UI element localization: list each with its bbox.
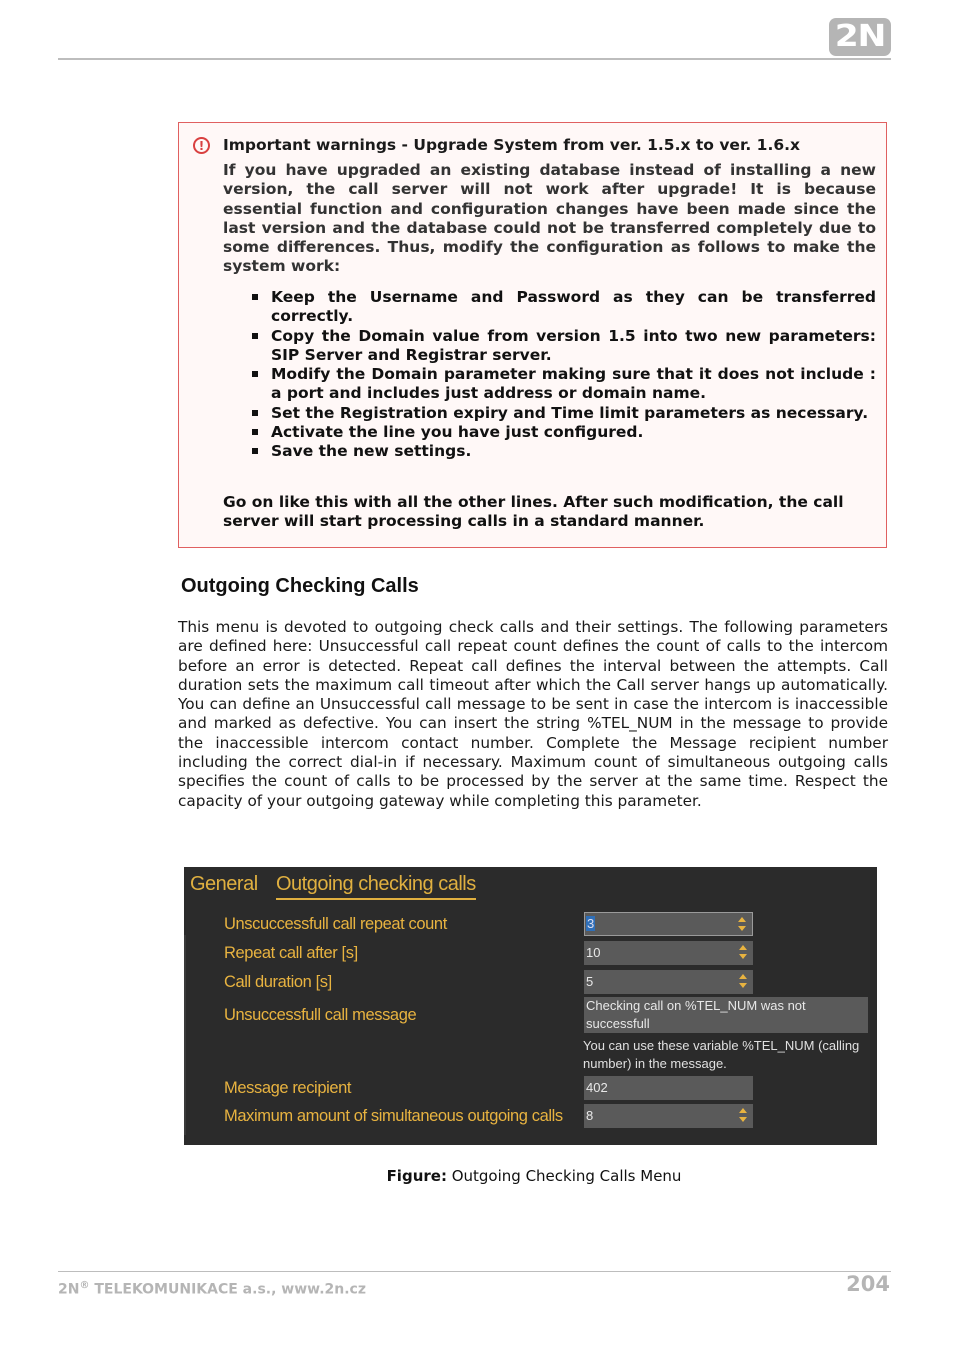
warning-title: Important warnings - Upgrade System from… — [223, 136, 801, 154]
footer-company: 2N® TELEKOMUNIKACE a.s., www.2n.cz — [58, 1280, 366, 1298]
call-duration-stepper[interactable]: 5 — [584, 970, 753, 994]
section-body: This menu is devoted to outgoing check c… — [178, 618, 888, 810]
2n-logo: 2N — [829, 18, 891, 56]
warning-footer: Go on like this with all the other lines… — [223, 493, 844, 531]
logo-text: 2N — [834, 19, 887, 54]
bullet-icon — [252, 332, 258, 339]
repeat-count-value: 3 — [586, 916, 596, 931]
caption-prefix: Figure: — [386, 1167, 447, 1185]
page-number: 204 — [846, 1272, 890, 1296]
message-recipient-label: Message recipient — [224, 1079, 352, 1097]
spin-arrows-icon[interactable] — [739, 974, 747, 990]
settings-screenshot: General Outgoing checking calls Unscucce… — [184, 867, 877, 1145]
bullet-icon — [252, 294, 258, 300]
panel-edge — [184, 935, 186, 1135]
call-message-label: Unsuccessfull call message — [224, 1006, 417, 1024]
spin-arrows-icon[interactable] — [739, 945, 747, 961]
warning-box: ! Important warnings - Upgrade System fr… — [178, 122, 887, 548]
warning-step: Modify the Domain parameter making sure … — [251, 365, 876, 404]
warning-step: Activate the line you have just configur… — [251, 423, 876, 442]
warning-intro: If you have upgraded an existing databas… — [223, 161, 876, 276]
repeat-count-label: Unscuccessfull call repeat count — [224, 915, 447, 933]
tab-outgoing-checking-calls[interactable]: Outgoing checking calls — [276, 873, 476, 900]
figure-caption: Figure: Outgoing Checking Calls Menu — [0, 1167, 954, 1185]
call-duration-label: Call duration [s] — [224, 973, 332, 991]
call-message-textarea[interactable]: Checking call on %TEL_NUM was not succes… — [584, 997, 868, 1033]
bullet-icon — [252, 448, 258, 455]
repeat-after-label: Repeat call after [s] — [224, 944, 358, 962]
max-simultaneous-value: 8 — [586, 1108, 594, 1123]
spin-arrows-icon[interactable] — [739, 1108, 747, 1124]
max-simultaneous-label: Maximum amount of simultaneous outgoing … — [224, 1107, 563, 1125]
exclamation-circle-icon: ! — [193, 137, 210, 154]
message-recipient-value: 402 — [586, 1080, 608, 1095]
bullet-icon — [252, 429, 258, 436]
call-message-hint: You can use these variable %TEL_NUM (cal… — [583, 1038, 860, 1071]
warning-steps-list: Keep the Username and Password as they c… — [251, 288, 876, 462]
bullet-icon — [252, 371, 258, 378]
warning-step: Save the new settings. — [251, 442, 876, 461]
bullet-icon — [252, 409, 258, 416]
message-recipient-input[interactable]: 402 — [584, 1076, 753, 1100]
repeat-count-stepper[interactable]: 3 — [584, 912, 753, 936]
registered-mark: ® — [79, 1280, 90, 1291]
section-title: Outgoing Checking Calls — [181, 575, 419, 597]
warning-step: Copy the Domain value from version 1.5 i… — [251, 327, 876, 366]
repeat-after-value: 10 — [586, 945, 601, 960]
warning-step: Set the Registration expiry and Time lim… — [251, 404, 876, 423]
footer-divider — [58, 1271, 891, 1272]
tab-general[interactable]: General — [190, 873, 258, 896]
header-divider — [58, 58, 891, 60]
warning-step: Keep the Username and Password as they c… — [251, 288, 876, 327]
caption-text: Outgoing Checking Calls Menu — [446, 1167, 682, 1185]
repeat-after-stepper[interactable]: 10 — [584, 941, 753, 965]
call-duration-value: 5 — [586, 974, 594, 989]
max-simultaneous-stepper[interactable]: 8 — [584, 1104, 753, 1128]
spin-arrows-icon[interactable] — [738, 917, 746, 933]
